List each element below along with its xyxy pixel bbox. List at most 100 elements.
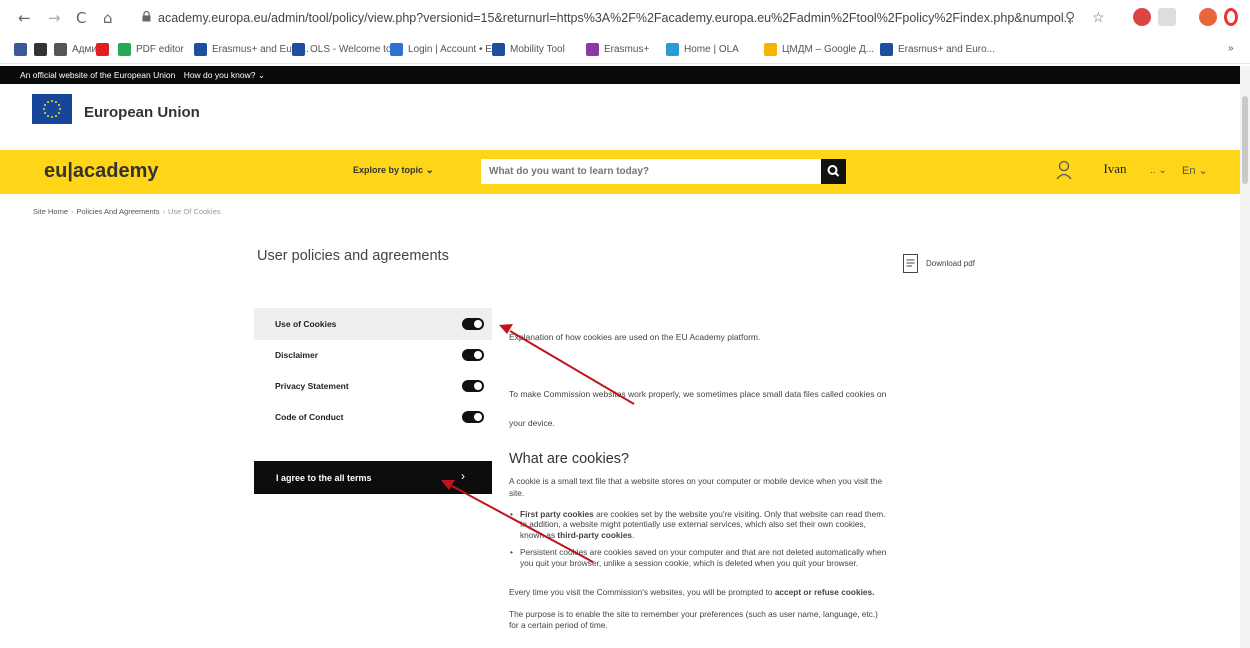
bullet-text: Persistent cookies are cookies saved on … <box>520 547 887 557</box>
scrollbar-thumb[interactable] <box>1242 96 1248 184</box>
bookmark-label: PDF editor <box>136 44 184 55</box>
download-pdf-label: Download pdf <box>926 259 975 268</box>
policy-paragraph: Every time you visit the Commission's we… <box>509 587 875 597</box>
bookmark-label: Home | OLA <box>684 44 739 55</box>
site-header: eu|academy Explore by topic ⌄ Ivan .. ⌄ … <box>0 150 1250 194</box>
bookmark-item[interactable]: Erasmus+ and Euro... <box>880 43 995 56</box>
bookmark-item[interactable]: Mobility Tool <box>492 43 565 56</box>
extension-icon[interactable] <box>1158 8 1176 26</box>
policy-toggle[interactable] <box>462 349 484 361</box>
bookmark-favicon-icon <box>118 43 131 56</box>
user-menu-chevron-icon[interactable]: .. ⌄ <box>1150 165 1167 176</box>
bookmark-item[interactable] <box>14 43 27 56</box>
policy-label: Code of Conduct <box>275 412 344 422</box>
bookmark-label: ЦМДМ – Google Д... <box>782 44 875 55</box>
bookmark-favicon-icon <box>96 43 109 56</box>
eu-flag-logo[interactable] <box>32 94 72 124</box>
breadcrumb-policies[interactable]: Policies And Agreements <box>77 207 160 216</box>
bookmark-item[interactable] <box>96 43 109 56</box>
breadcrumb-current: Use Of Cookies <box>167 207 221 216</box>
bullet-text: In addition, a website might potentially… <box>520 519 866 529</box>
agree-button-label: I agree to the all terms <box>276 473 372 483</box>
how-do-you-know-link[interactable]: How do you know? ⌄ <box>184 70 265 80</box>
bookmark-label: Erasmus+ <box>604 44 650 55</box>
policy-item-code-of-conduct[interactable]: Code of Conduct <box>254 401 492 433</box>
lock-icon <box>142 11 151 22</box>
reload-icon[interactable]: C <box>76 9 86 27</box>
breadcrumb-site-home[interactable]: Site Home <box>33 207 68 216</box>
section-heading: What are cookies? <box>509 451 630 467</box>
eu-official-banner: An official website of the European Unio… <box>0 66 1250 84</box>
policy-paragraph: To make Commission websites work properl… <box>509 389 887 399</box>
bookmark-label: Erasmus+ and Euro... <box>898 44 995 55</box>
bookmark-favicon-icon <box>54 43 67 56</box>
search-input[interactable] <box>481 159 821 184</box>
bookmark-item[interactable]: ЦМДМ – Google Д... <box>764 43 874 56</box>
bookmark-item[interactable]: Login | Account • Er... <box>390 43 503 56</box>
policy-paragraph: your device. <box>509 418 555 428</box>
eu-name: European Union <box>84 104 200 121</box>
bookmark-favicon-icon <box>390 43 403 56</box>
agree-all-terms-button[interactable]: I agree to the all terms › <box>254 461 492 494</box>
opera-icon[interactable] <box>1224 8 1238 26</box>
bullet: • <box>510 509 513 519</box>
bookmark-label: Mobility Tool <box>510 44 565 55</box>
eu-banner-text: An official website of the European Unio… <box>20 70 176 80</box>
bookmark-item[interactable]: Erasmus+ <box>586 43 649 56</box>
policy-label: Disclaimer <box>275 350 318 360</box>
policy-item-disclaimer[interactable]: Disclaimer <box>254 339 492 371</box>
bookmark-item[interactable]: PDF editor <box>118 43 184 56</box>
user-name[interactable]: Ivan <box>1080 150 1150 194</box>
bookmark-favicon-icon <box>292 43 305 56</box>
address-bar[interactable]: academy.europa.eu/admin/tool/policy/view… <box>158 11 1074 25</box>
bookmark-label: OLS - Welcome to... <box>310 44 400 55</box>
bookmark-item[interactable]: Home | OLA <box>666 43 739 56</box>
download-pdf-link[interactable]: Download pdf <box>903 254 975 273</box>
policy-toggle[interactable] <box>462 380 484 392</box>
user-icon[interactable] <box>1056 160 1072 180</box>
policy-toggle[interactable] <box>462 318 484 330</box>
chevron-down-icon: ⌄ <box>425 165 434 176</box>
policy-item-use-of-cookies[interactable]: Use of Cookies <box>254 308 492 340</box>
bookmark-label: Login | Account • Er... <box>408 44 504 55</box>
bookmark-item[interactable]: OLS - Welcome to... <box>292 43 400 56</box>
chevron-right-icon: › <box>461 469 465 483</box>
policy-paragraph: The purpose is to enable the site to rem… <box>509 609 878 619</box>
policy-label: Use of Cookies <box>275 319 337 329</box>
bookmark-favicon-icon <box>492 43 505 56</box>
bullet-text: First party cookies are cookies set by t… <box>520 509 886 519</box>
bullet: • <box>510 547 513 557</box>
bullet-text: known as third-party cookies. <box>520 530 635 540</box>
home-icon[interactable]: ⌂ <box>103 9 113 27</box>
search-icon <box>827 165 840 177</box>
extension-icon[interactable] <box>1133 8 1151 26</box>
policy-paragraph: A cookie is a small text file that a web… <box>509 476 883 486</box>
bookmark-favicon-icon <box>194 43 207 56</box>
zoom-icon[interactable]: ⚲ <box>1065 9 1075 26</box>
bookmark-favicon-icon <box>666 43 679 56</box>
page-title: User policies and agreements <box>257 248 449 264</box>
policy-intro: Explanation of how cookies are used on t… <box>509 332 761 342</box>
back-icon[interactable]: ← <box>18 9 31 27</box>
bookmarks-overflow-button[interactable]: » <box>1228 43 1234 54</box>
bookmark-favicon-icon <box>880 43 893 56</box>
browser-toolbar: ← → C ⌂ academy.europa.eu/admin/tool/pol… <box>0 0 1250 36</box>
breadcrumb: Site Home › Policies And Agreements › Use Of… <box>33 207 221 216</box>
extension-icon[interactable] <box>1199 8 1217 26</box>
policy-label: Privacy Statement <box>275 381 349 391</box>
bookmark-favicon-icon <box>764 43 777 56</box>
explore-by-topic-button[interactable]: Explore by topic ⌄ <box>353 165 434 176</box>
search-button[interactable] <box>821 159 846 184</box>
document-icon <box>903 254 918 273</box>
bookmark-favicon-icon <box>14 43 27 56</box>
bookmark-item[interactable] <box>34 43 47 56</box>
policy-toggle[interactable] <box>462 411 484 423</box>
eu-academy-logo[interactable]: eu|academy <box>44 160 159 183</box>
forward-icon[interactable]: → <box>48 9 61 27</box>
bookmark-favicon-icon <box>34 43 47 56</box>
language-selector[interactable]: En ⌄ <box>1182 164 1208 177</box>
policy-item-privacy-statement[interactable]: Privacy Statement <box>254 370 492 402</box>
eu-header: European Union <box>0 84 1250 150</box>
bookmarks-bar: Админ PDF editor Erasmus+ and Euro... OLS -… <box>0 36 1250 64</box>
bookmark-star-icon[interactable]: ☆ <box>1092 9 1105 26</box>
